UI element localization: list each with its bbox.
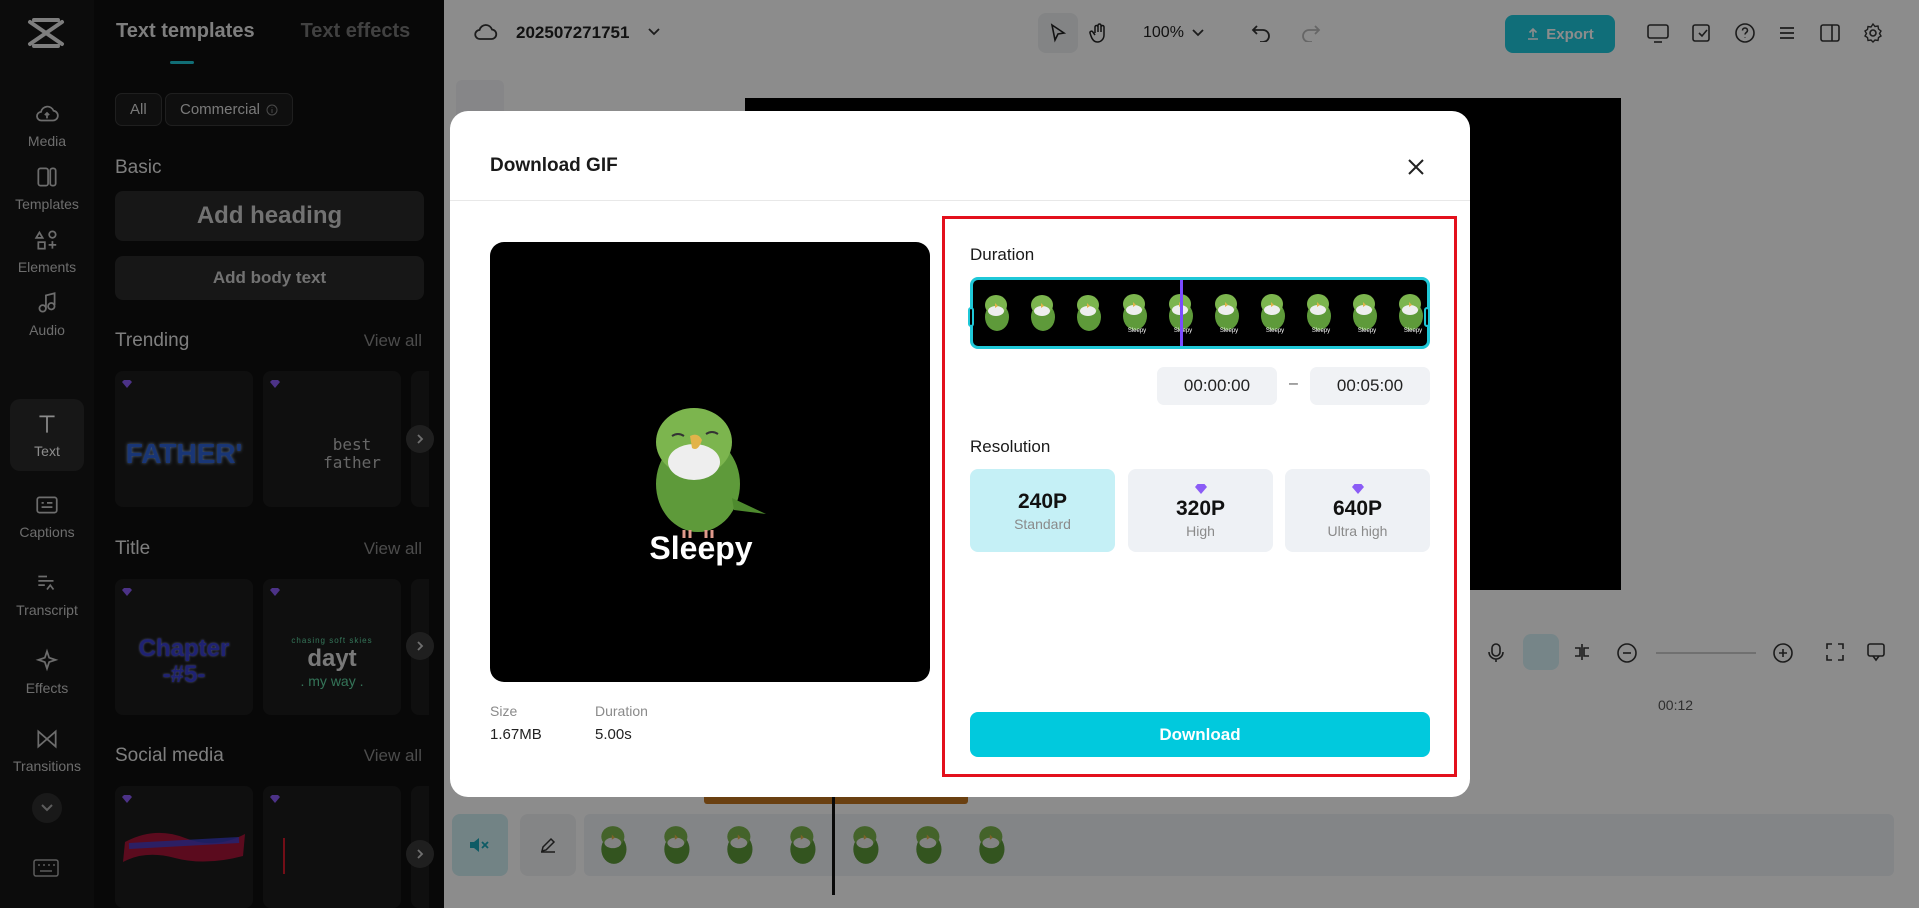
- filmstrip-frame: Sleepy: [1347, 283, 1387, 343]
- filmstrip-frame: [1025, 283, 1065, 343]
- filmstrip-frames: Sleepy Sleepy Sleepy Sleepy Sleepy Sleepy Slee…: [973, 283, 1427, 343]
- resolution-name: High: [1186, 522, 1215, 539]
- resolution-name: Ultra high: [1327, 522, 1388, 539]
- resolution-option-640p[interactable]: 640P Ultra high: [1285, 469, 1430, 552]
- premium-gem-icon: [1194, 483, 1207, 494]
- range-separator: –: [1289, 375, 1298, 392]
- end-time-input[interactable]: 00:05:00: [1310, 367, 1430, 405]
- download-button[interactable]: Download: [970, 712, 1430, 757]
- filmstrip-frame: Sleepy: [1117, 283, 1157, 343]
- trim-end-handle[interactable]: [1424, 307, 1430, 327]
- resolution-value: 320P: [1175, 496, 1226, 520]
- filmstrip-frame-label: Sleepy: [1219, 328, 1239, 334]
- filmstrip-frame: Sleepy: [1209, 283, 1249, 343]
- duration-section-title: Duration: [970, 245, 1035, 264]
- dialog-title: Download GIF: [490, 155, 618, 176]
- dialog-header: Download GIF: [450, 111, 1470, 201]
- resolution-value: 640P: [1332, 496, 1383, 520]
- resolution-option-320p[interactable]: 320P High: [1128, 469, 1273, 552]
- close-icon[interactable]: [1404, 155, 1428, 179]
- resolution-option-240p[interactable]: 240P Standard: [970, 469, 1115, 552]
- filmstrip-frame: [979, 283, 1019, 343]
- start-time-input[interactable]: 00:00:00: [1157, 367, 1277, 405]
- trim-cursor[interactable]: [1180, 280, 1183, 346]
- filmstrip-frame-label: Sleepy: [1403, 328, 1423, 334]
- size-value: 1.67MB: [490, 726, 542, 743]
- duration-info-value: 5.00s: [595, 726, 632, 743]
- filmstrip-frame: Sleepy: [1163, 283, 1203, 343]
- trim-start-handle[interactable]: [968, 307, 974, 327]
- download-gif-dialog: Download GIF Sleepy Size 1.67MB Duration…: [450, 111, 1470, 797]
- gif-preview: Sleepy: [490, 242, 930, 682]
- filmstrip-frame: Sleepy: [1255, 283, 1295, 343]
- resolution-section-title: Resolution: [970, 437, 1051, 456]
- resolution-name: Standard: [1014, 515, 1071, 532]
- size-label: Size: [490, 703, 518, 719]
- premium-gem-icon: [1351, 483, 1364, 494]
- filmstrip-frame-label: Sleepy: [1311, 328, 1331, 334]
- parrot-illustration: [656, 408, 766, 538]
- preview-caption: Sleepy: [649, 530, 753, 566]
- resolution-value: 240P: [1017, 489, 1068, 513]
- filmstrip-frame: Sleepy: [1301, 283, 1341, 343]
- duration-trim-filmstrip[interactable]: Sleepy Sleepy Sleepy Sleepy Sleepy Sleepy Slee…: [970, 277, 1430, 349]
- filmstrip-frame: [1071, 283, 1111, 343]
- filmstrip-frame-label: Sleepy: [1265, 328, 1285, 334]
- filmstrip-frame-label: Sleepy: [1357, 328, 1377, 334]
- filmstrip-frame-label: Sleepy: [1127, 328, 1147, 334]
- duration-info-label: Duration: [595, 703, 648, 719]
